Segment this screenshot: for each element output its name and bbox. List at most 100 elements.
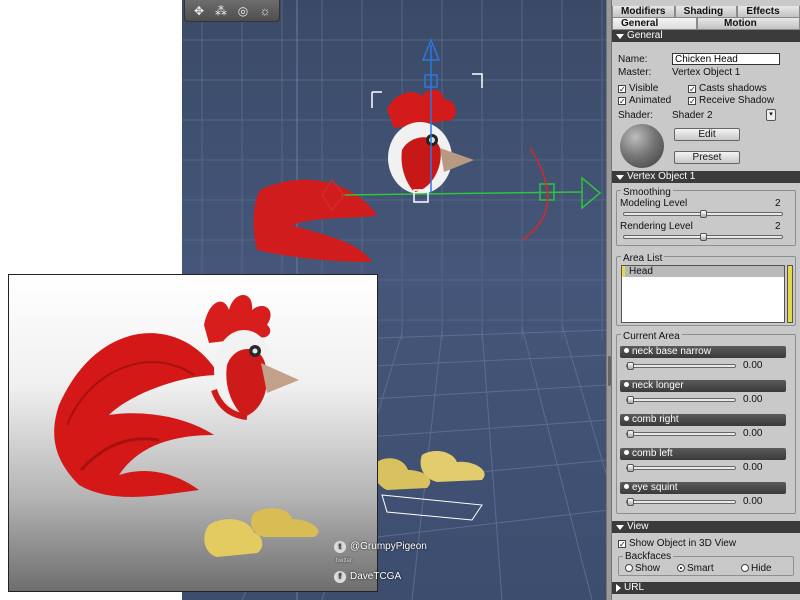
twitter-icon: t — [334, 540, 346, 553]
credits: t @GrumpyPigeon twitter f DaveTCGA — [328, 540, 427, 585]
view-section-header[interactable]: View — [612, 521, 800, 533]
pan-icon[interactable]: ⁂ — [211, 2, 231, 20]
vertex-object-header-label: Vertex Object 1 — [627, 171, 696, 182]
edit-button[interactable]: Edit — [674, 128, 740, 141]
collapse-triangle-icon — [616, 174, 624, 180]
animated-checkbox[interactable]: ✓ Animated — [618, 95, 671, 106]
slider-knob[interactable] — [627, 430, 634, 438]
tab-effects[interactable]: Effects — [737, 6, 800, 18]
casts-shadows-label: Casts shadows — [699, 83, 767, 94]
animated-label: Animated — [629, 95, 672, 106]
twitter-handle: @GrumpyPigeon — [350, 541, 427, 552]
show-object-label: Show Object in 3D View — [629, 538, 737, 549]
tabs-bottom: General Motion — [612, 18, 800, 30]
slider-knob[interactable] — [700, 210, 707, 218]
backfaces-show-radio[interactable]: Show — [625, 563, 660, 574]
morph-slider[interactable] — [626, 498, 736, 506]
shader-value: Shader 2 — [672, 110, 713, 121]
smoothing-group: Smoothing Modeling Level 2 Rendering Lev… — [616, 187, 796, 246]
check-icon: ✓ — [618, 540, 626, 549]
shader-dropdown-icon[interactable]: ▾ — [766, 109, 776, 121]
receive-shadow-label: Receive Shadow — [699, 95, 775, 106]
camera-move-icon[interactable]: ✥ — [189, 2, 209, 20]
visible-checkbox[interactable]: ✓ Visible — [618, 83, 658, 94]
morph-header[interactable]: neck longer — [620, 380, 786, 392]
name-label: Name: — [618, 54, 648, 65]
preset-button[interactable]: Preset — [674, 151, 740, 164]
master-label: Master: — [618, 67, 652, 78]
url-section-header[interactable]: URL — [612, 582, 800, 594]
shader-label: Shader: — [618, 110, 654, 121]
shader-preview-sphere[interactable] — [620, 124, 664, 168]
morph-slider[interactable] — [626, 396, 736, 404]
backfaces-title: Backfaces — [623, 551, 674, 562]
check-icon: ✓ — [618, 85, 626, 94]
area-list-title: Area List — [621, 253, 665, 264]
morph-label: eye squint — [632, 482, 678, 493]
render-scene — [54, 295, 319, 557]
url-header-label: URL — [624, 582, 645, 593]
radio-icon — [625, 564, 633, 572]
morph-slider[interactable] — [626, 464, 736, 472]
area-list-box[interactable]: Head — [621, 265, 785, 323]
general-section-header[interactable]: General — [612, 30, 800, 42]
receive-shadow-checkbox[interactable]: ✓ Receive Shadow — [688, 95, 774, 106]
morph-value[interactable]: 0.00 — [743, 360, 762, 371]
casts-shadows-checkbox[interactable]: ✓ Casts shadows — [688, 83, 767, 94]
morph-header[interactable]: comb right — [620, 414, 786, 426]
properties-panel: Modifiers Shading Effects General Motion… — [612, 0, 800, 600]
backfaces-smart-radio[interactable]: Smart — [677, 563, 714, 574]
view-header-label: View — [627, 521, 649, 532]
morph-value[interactable]: 0.00 — [743, 462, 762, 473]
orbit-icon[interactable]: ◎ — [233, 2, 253, 20]
area-list-scrollbar[interactable] — [787, 265, 793, 323]
radio-icon — [741, 564, 749, 572]
name-field[interactable] — [672, 53, 780, 65]
facebook-icon: f — [334, 570, 346, 583]
slider-knob[interactable] — [627, 362, 634, 370]
area-list-group: Area List Head — [616, 253, 796, 326]
morph-header[interactable]: comb left — [620, 448, 786, 460]
morph-value[interactable]: 0.00 — [743, 394, 762, 405]
check-icon: ✓ — [688, 85, 696, 94]
slider-knob[interactable] — [700, 233, 707, 241]
check-icon: ✓ — [618, 97, 626, 106]
general-section: Name: Master: Vertex Object 1 ✓Visible ✓… — [612, 42, 800, 174]
morph-header[interactable]: neck base narrow — [620, 346, 786, 358]
vertex-object-section-header[interactable]: Vertex Object 1 — [612, 171, 800, 183]
modeling-level-slider[interactable] — [623, 210, 783, 218]
morph-value[interactable]: 0.00 — [743, 496, 762, 507]
backfaces-hide-radio[interactable]: Hide — [741, 563, 772, 574]
morph-header[interactable]: eye squint — [620, 482, 786, 494]
collapse-triangle-icon — [616, 524, 624, 530]
tab-motion[interactable]: Motion — [697, 18, 800, 30]
tabs-top: Modifiers Shading Effects — [612, 6, 800, 18]
tab-shading[interactable]: Shading — [674, 6, 738, 18]
morph-slider[interactable] — [626, 362, 736, 370]
morph-slider[interactable] — [626, 430, 736, 438]
morph-label: neck longer — [632, 380, 684, 391]
render-preview — [8, 274, 378, 592]
modeling-level-label: Modeling Level — [620, 198, 688, 209]
slider-knob[interactable] — [627, 498, 634, 506]
viewport-toolbar: ✥ ⁂ ◎ ☼ — [184, 0, 280, 22]
show-object-checkbox[interactable]: ✓ Show Object in 3D View — [618, 538, 736, 549]
area-list-item[interactable]: Head — [622, 266, 784, 277]
splitter-grip[interactable] — [608, 356, 611, 386]
expand-triangle-icon — [616, 584, 621, 592]
radio-label-smart: Smart — [687, 563, 714, 574]
sun-icon[interactable]: ☼ — [255, 2, 275, 20]
check-icon: ✓ — [688, 97, 696, 106]
rendering-level-slider[interactable] — [623, 233, 783, 241]
visible-label: Visible — [629, 83, 659, 94]
rendering-level-value: 2 — [775, 221, 781, 232]
tab-general[interactable]: General — [612, 18, 697, 30]
morph-label: neck base narrow — [632, 346, 711, 357]
slider-knob[interactable] — [627, 396, 634, 404]
collapse-triangle-icon — [616, 33, 624, 39]
bullet-icon — [624, 450, 629, 455]
slider-knob[interactable] — [627, 464, 634, 472]
tab-modifiers[interactable]: Modifiers — [612, 6, 675, 18]
morph-value[interactable]: 0.00 — [743, 428, 762, 439]
general-header-label: General — [627, 30, 663, 41]
